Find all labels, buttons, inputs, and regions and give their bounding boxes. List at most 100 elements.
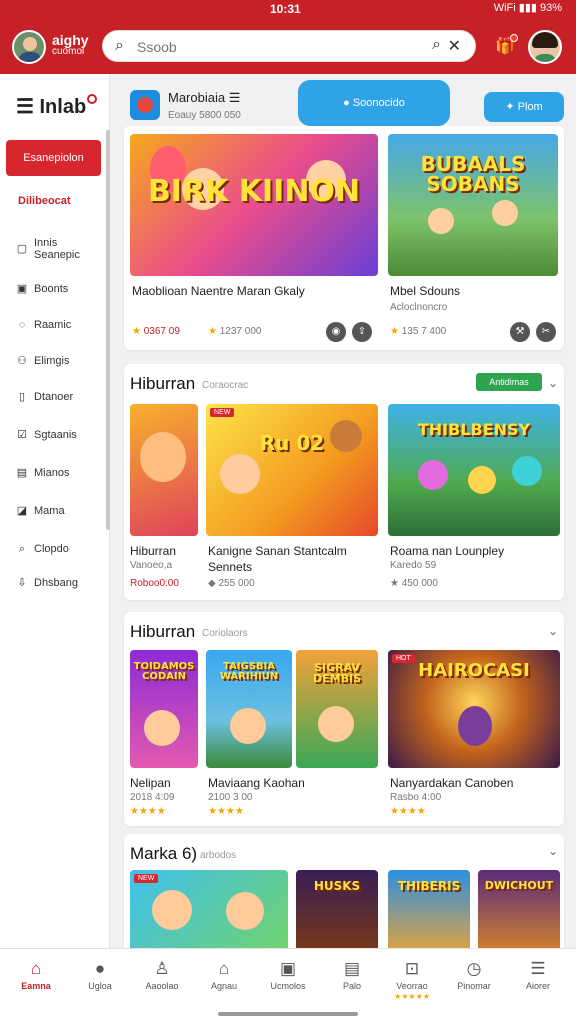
game-rating: ★ 0367 09 <box>132 326 180 337</box>
sidebar-scrollbar[interactable] <box>106 130 110 530</box>
gift-icon[interactable]: 🎁 <box>494 34 518 58</box>
promo-button[interactable]: ● Soonocido <box>298 80 450 126</box>
brand-line2: cuomol <box>52 46 85 57</box>
sidebar-title[interactable]: ☰ Inlab <box>16 94 98 119</box>
chevron-down-icon[interactable]: ⌄ <box>548 624 558 638</box>
search-input[interactable] <box>137 37 407 57</box>
nav-label: Eamna <box>21 981 51 991</box>
game-thumbnail[interactable]: BUBAALS SOBANS <box>388 134 558 276</box>
share-icon[interactable]: ✂ <box>536 322 556 342</box>
sidebar-item-label: Raamic <box>34 319 72 331</box>
sidebar-item-2[interactable]: ▣ Boonts <box>16 276 68 302</box>
nav-item-4[interactable]: ⌂ Agnau <box>194 957 254 991</box>
nav-item-3[interactable]: ♙ Aaoolao <box>132 957 192 991</box>
rating-stars: ★★★★ <box>130 806 166 817</box>
sidebar-item-3[interactable]: ◌ Raamic <box>16 312 72 338</box>
magnifier-icon[interactable]: ⌕ <box>432 36 441 54</box>
game-thumbnail[interactable]: TAIGSBIA WARIHIUN <box>206 650 292 768</box>
sidebar-title-text: Inlab <box>39 96 87 118</box>
top-bar: 10:31 WiFi ▮▮▮ 93% aighy cuomol ⌕ ⌕ ✕ 🎁 <box>0 0 576 74</box>
character-face <box>152 890 192 930</box>
game-rating: ★ 135 7 400 <box>390 326 447 337</box>
sidebar-primary-button[interactable]: Esanepiolon <box>6 140 101 176</box>
clear-icon[interactable]: ✕ <box>448 36 461 56</box>
avatar[interactable] <box>528 30 562 64</box>
chevron-down-icon[interactable]: ⌄ <box>548 844 558 858</box>
nav-item-8[interactable]: ◷ Pinomar <box>444 957 504 991</box>
section-hiburran-1: Hiburran Coraocrac Antidimas ⌄ NEW Ru 02… <box>124 364 564 600</box>
game-title[interactable]: Mbel Sdouns <box>390 284 460 298</box>
share-icon[interactable]: ⇪ <box>352 322 372 342</box>
game-thumbnail[interactable]: NEW Ru 02 <box>206 404 378 536</box>
section-badge[interactable]: Antidimas <box>476 373 542 391</box>
game-subtitle: Karedo 59 <box>390 560 437 571</box>
game-thumbnail[interactable] <box>130 404 198 536</box>
game-thumbnail[interactable]: BIRK KIINON <box>130 134 378 276</box>
game-title[interactable]: Nelipan <box>130 776 171 790</box>
main-content: Marobiaia ☰ Eoauy 5800 050 ● Soonocido ✦… <box>112 74 576 950</box>
tag-icon: ◆ <box>208 578 216 589</box>
nav-item-7[interactable]: ⊡ Veorrao ★★★★★ <box>382 957 442 1001</box>
home-indicator[interactable] <box>218 1012 358 1016</box>
nav-item-home[interactable]: ⌂ Eamna <box>6 957 66 991</box>
sidebar-item-9[interactable]: ⌕ Clopdo <box>16 536 69 562</box>
game-thumbnail[interactable]: SIGRAV DEMBIS <box>296 650 378 768</box>
sidebar-item-4[interactable]: ⚇ Elimgis <box>16 348 69 374</box>
game-title[interactable]: Roama nan Lounpley <box>390 544 504 558</box>
game-thumbnail[interactable]: DWICHOUT <box>478 870 560 950</box>
game-meta: Rasbo 4:00 <box>390 792 442 803</box>
promo-icon <box>130 90 160 120</box>
section-title: Hiburran <box>130 374 196 393</box>
brand-text: aighy cuomol <box>52 33 89 58</box>
game-title[interactable]: Maoblioan Naentre Maran Gkaly <box>132 284 305 298</box>
sidebar-item-10[interactable]: ⇩ Dhsbang <box>16 570 78 596</box>
sidebar-title-dot <box>87 94 98 104</box>
game-title[interactable]: Hiburran <box>130 544 176 558</box>
search-icon: ⌕ <box>115 37 124 54</box>
nav-label: Aiorer <box>525 981 550 991</box>
game-thumbnail[interactable]: NEW <box>130 870 288 950</box>
game-thumbnail[interactable]: TOIDAMOS CODAIN <box>130 650 198 768</box>
sidebar-item-6[interactable]: ☑ Sgtaanis <box>16 422 77 448</box>
character-face <box>428 208 454 234</box>
game-thumbnail[interactable]: HUSKS <box>296 870 378 950</box>
nav-item-6[interactable]: ▤ Palo <box>322 957 382 991</box>
nav-label: Ugloa <box>88 981 112 991</box>
search-icon: ⌕ <box>18 543 26 555</box>
brand-logo[interactable] <box>12 30 46 64</box>
chevron-down-icon[interactable]: ⌄ <box>548 376 558 390</box>
status-time: 10:31 <box>270 2 301 16</box>
game-art-title: TAIGSBIA WARIHIUN <box>219 660 279 682</box>
promo-title: Marobiaia ☰ <box>168 90 241 105</box>
sidebar-item-label: Clopdo <box>34 543 69 555</box>
sidebar-item-1[interactable]: ▢ Innis Seanepic <box>16 236 80 262</box>
gamepad-icon[interactable]: ⚒ <box>510 322 530 342</box>
nav-item-9[interactable]: ☰ Aiorer <box>508 957 568 991</box>
sidebar-item-8[interactable]: ◪ Mama <box>16 498 65 524</box>
game-title[interactable]: Maviaang Kaohan <box>208 776 305 790</box>
game-thumbnail[interactable]: THIBERIS <box>388 870 470 950</box>
nav-item-2[interactable]: ● Ugloa <box>70 957 130 991</box>
game-title[interactable]: Nanyardakan Canoben <box>390 776 513 790</box>
promo-play-button[interactable]: ✦ Plom <box>484 92 564 122</box>
section-hiburran-2: Hiburran Coriolaors ⌄ TOIDAMOS CODAIN TA… <box>124 612 564 826</box>
nav-label: Pinomar <box>457 981 491 991</box>
section-title: Hiburran <box>130 622 196 641</box>
edit-icon: ☑ <box>17 429 27 441</box>
status-bar: 10:31 WiFi ▮▮▮ 93% <box>0 0 576 20</box>
game-thumbnail[interactable]: HOT HAIROCASI <box>388 650 560 768</box>
sidebar-item-label: Dhsbang <box>34 577 79 589</box>
nav-label: Palo <box>342 981 361 991</box>
sidebar-item-active[interactable]: Dilibeocat <box>0 186 106 216</box>
sidebar-item-7[interactable]: ▤ Mianos <box>16 460 70 486</box>
game-title[interactable]: Kanigne Sanan Stantcalm <box>208 544 347 558</box>
game-thumbnail[interactable]: THIBLBENSY <box>388 404 560 536</box>
sidebar-item-5[interactable]: ▯ Dtanoer <box>16 384 73 410</box>
rating-stars: ★★★★ <box>208 806 244 817</box>
section-marka: Marka 6) arbodos ⌄ NEW HUSKS THIBERIS DW… <box>124 834 564 950</box>
person-icon: ♙ <box>154 959 170 978</box>
nav-item-5[interactable]: ▣ Ucmolos <box>258 957 318 991</box>
search-bar[interactable]: ⌕ ⌕ ✕ <box>102 30 476 62</box>
gamepad-icon[interactable]: ◉ <box>326 322 346 342</box>
game-tag: NEW <box>210 408 235 417</box>
